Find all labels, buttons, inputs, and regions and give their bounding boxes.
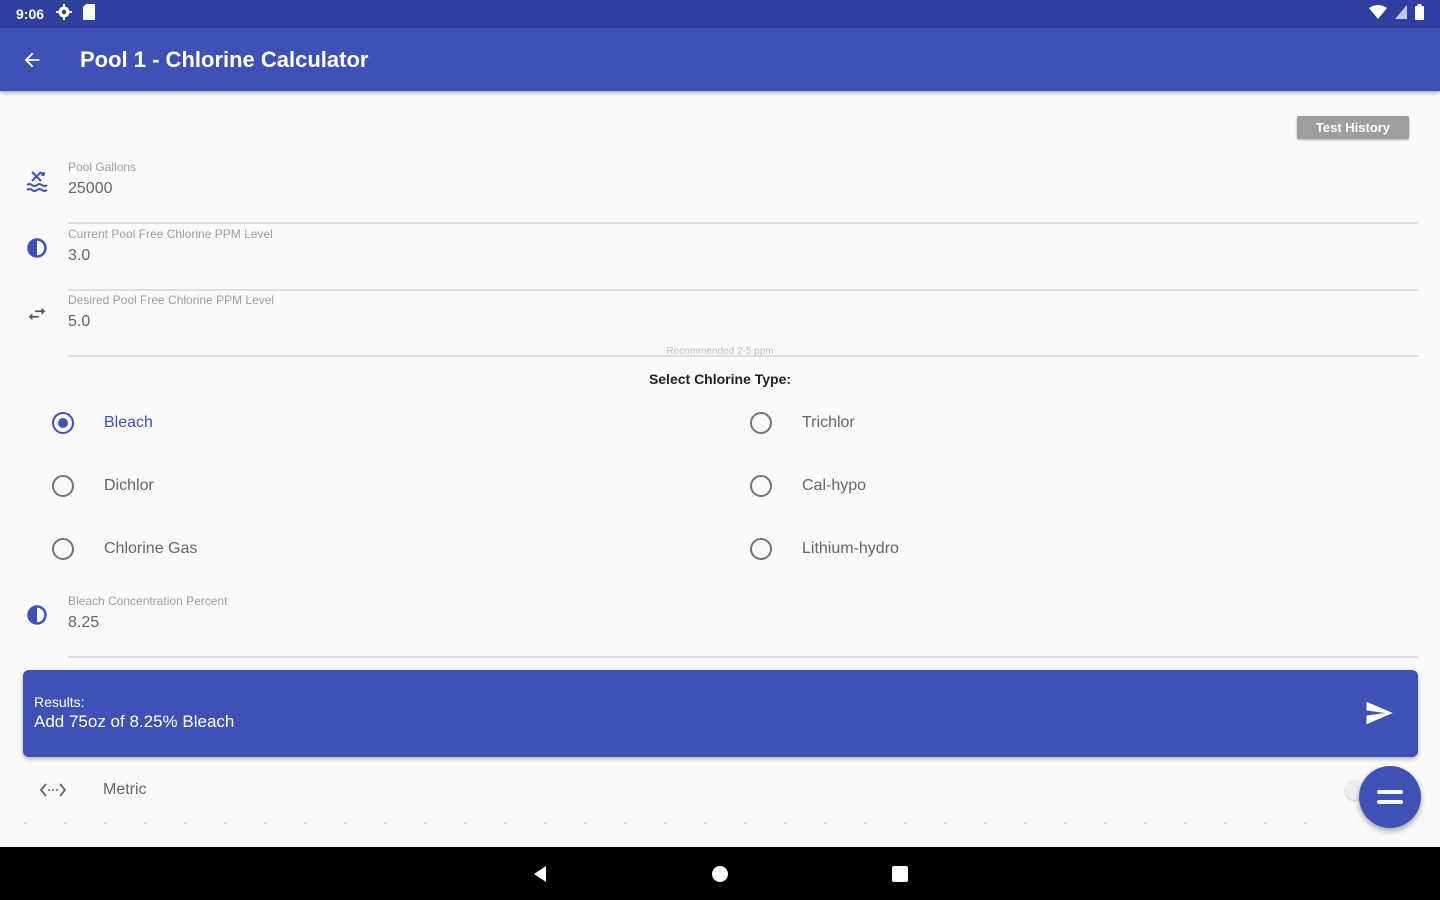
status-bar: 9:06 xyxy=(0,0,1440,28)
metric-label: Metric xyxy=(103,781,147,798)
app-bar: Pool 1 - Chlorine Calculator xyxy=(0,28,1440,91)
radio-chlorine-gas-label: Chlorine Gas xyxy=(104,540,198,557)
signal-icon xyxy=(1395,4,1407,24)
status-time: 9:06 xyxy=(16,6,45,22)
pool-gallons-value[interactable]: 25000 xyxy=(68,180,113,198)
radio-checked-icon xyxy=(52,412,74,434)
home-circle-icon xyxy=(712,865,728,882)
radio-bleach[interactable]: Bleach xyxy=(52,403,153,443)
radio-bleach-label: Bleach xyxy=(104,414,153,431)
page-title: Pool 1 - Chlorine Calculator xyxy=(80,46,369,72)
settings-icon xyxy=(56,3,73,25)
desired-ppm-value[interactable]: 5.0 xyxy=(68,313,90,331)
nav-recents-button[interactable] xyxy=(885,859,915,889)
send-button[interactable] xyxy=(1364,698,1396,730)
radio-unchecked-icon xyxy=(750,412,772,434)
contrast-icon xyxy=(24,235,50,261)
pool-icon xyxy=(24,168,50,194)
back-triangle-icon xyxy=(534,865,546,882)
results-text: Add 75oz of 8.25% Bleach xyxy=(34,712,235,731)
nav-back-button[interactable] xyxy=(525,859,555,889)
bleach-percent-value[interactable]: 8.25 xyxy=(68,614,99,632)
nav-home-button[interactable] xyxy=(705,859,735,889)
contrast-icon xyxy=(24,602,50,628)
wifi-icon xyxy=(1369,4,1387,24)
divider xyxy=(24,822,1344,824)
field-underline xyxy=(68,222,1418,224)
current-ppm-value[interactable]: 3.0 xyxy=(68,247,90,265)
radio-dichlor-label: Dichlor xyxy=(104,477,154,494)
system-nav-bar xyxy=(0,847,1440,900)
battery-icon xyxy=(1415,3,1424,25)
sd-card-icon xyxy=(82,3,96,25)
test-history-button[interactable]: Test History xyxy=(1297,116,1409,139)
radio-cal-hypo[interactable]: Cal-hypo xyxy=(750,466,866,506)
bleach-percent-label: Bleach Concentration Percent xyxy=(68,594,228,608)
radio-trichlor-label: Trichlor xyxy=(802,414,855,431)
radio-cal-hypo-label: Cal-hypo xyxy=(802,477,867,494)
menu-fab-button[interactable] xyxy=(1359,766,1421,828)
bleach-percent-field[interactable]: Bleach Concentration Percent 8.25 xyxy=(0,594,1420,658)
current-ppm-field[interactable]: Current Pool Free Chlorine PPM Level 3.0 xyxy=(0,227,1420,291)
radio-lithium-hydro[interactable]: Lithium-hydro xyxy=(750,529,899,569)
code-brackets-icon xyxy=(38,781,68,799)
recents-square-icon xyxy=(892,865,908,882)
swap-icon xyxy=(24,301,50,327)
radio-trichlor[interactable]: Trichlor xyxy=(750,403,855,443)
radio-dichlor[interactable]: Dichlor xyxy=(52,466,154,506)
results-heading: Results: xyxy=(34,694,85,710)
pool-gallons-label: Pool Gallons xyxy=(68,160,137,174)
radio-lithium-hydro-label: Lithium-hydro xyxy=(802,540,899,557)
select-chlorine-type-title: Select Chlorine Type: xyxy=(648,371,792,387)
back-button[interactable] xyxy=(0,28,64,91)
field-underline xyxy=(68,656,1418,658)
arrow-back-icon xyxy=(24,52,40,67)
metric-toggle-row[interactable]: Metric xyxy=(0,770,1340,810)
field-underline xyxy=(68,289,1418,291)
pool-gallons-field[interactable]: Pool Gallons 25000 xyxy=(0,160,1420,224)
radio-chlorine-gas[interactable]: Chlorine Gas xyxy=(52,529,197,569)
recommended-hint: Recommended 2-5 ppm xyxy=(666,346,774,357)
radio-unchecked-icon xyxy=(52,538,74,560)
equals-menu-icon xyxy=(1377,790,1403,804)
radio-unchecked-icon xyxy=(52,475,74,497)
radio-unchecked-icon xyxy=(750,538,772,560)
current-ppm-label: Current Pool Free Chlorine PPM Level xyxy=(68,227,273,241)
send-icon xyxy=(1366,701,1393,725)
radio-unchecked-icon xyxy=(750,475,772,497)
results-card: Results: Add 75oz of 8.25% Bleach xyxy=(23,670,1418,757)
desired-ppm-label: Desired Pool Free Chlorine PPM Level xyxy=(68,293,275,307)
